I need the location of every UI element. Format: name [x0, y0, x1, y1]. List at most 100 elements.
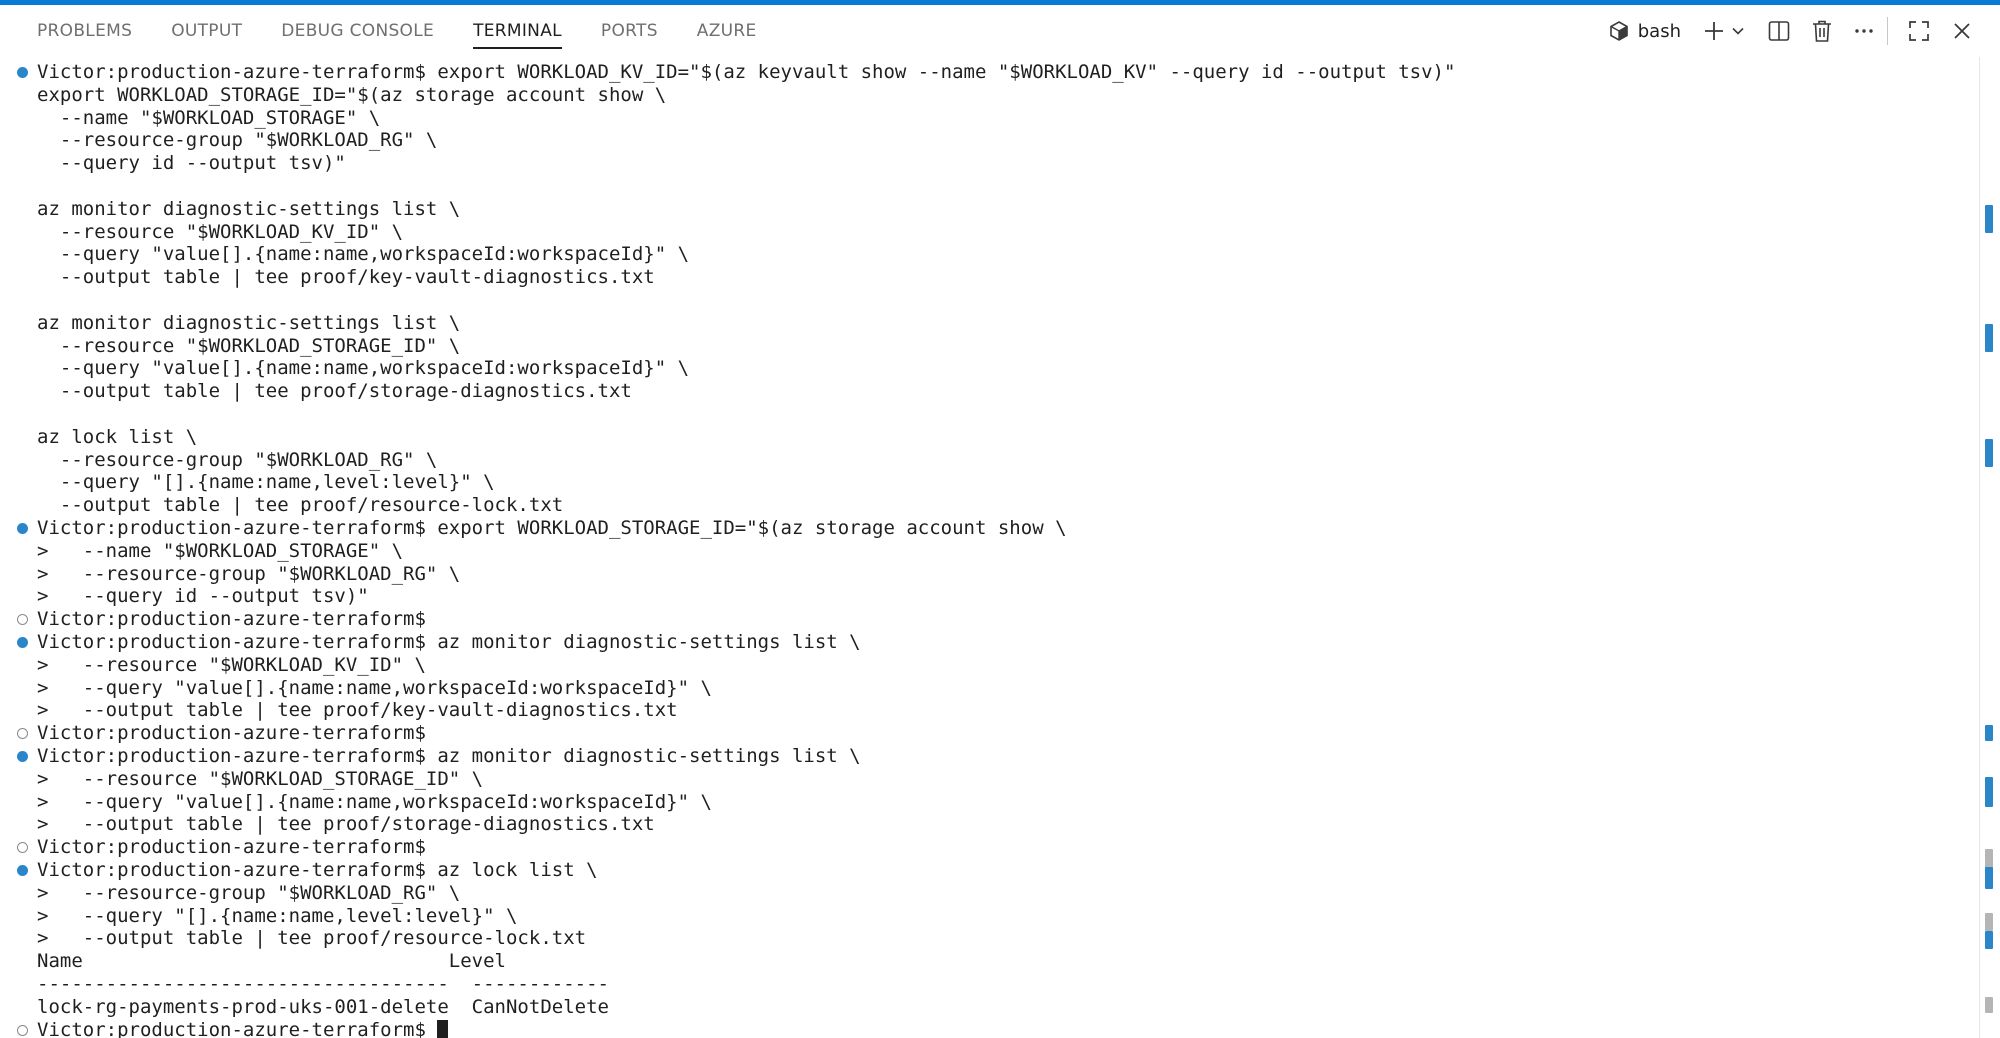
terminal-line: > --name "$WORKLOAD_STORAGE" \	[0, 540, 1960, 563]
terminal-line-text: az monitor diagnostic-settings list \	[37, 197, 461, 220]
tab-azure[interactable]: AZURE	[684, 5, 770, 57]
ellipsis-icon	[1853, 20, 1875, 42]
terminal-line: --output table | tee proof/key-vault-dia…	[0, 266, 1960, 289]
terminal-line-text: --query "[].{name:name,level:level}" \	[37, 471, 495, 494]
terminal-line: > --output table | tee proof/key-vault-d…	[0, 699, 1960, 722]
terminal-line-text: > --query id --output tsv)"	[37, 585, 369, 608]
terminal-line-text: lock-rg-payments-prod-uks-001-delete Can…	[37, 995, 609, 1018]
terminal-line: --query "[].{name:name,level:level}" \	[0, 471, 1960, 494]
terminal-line: ------------------------------------ ---…	[0, 973, 1960, 996]
command-empty-decoration[interactable]	[17, 728, 28, 740]
terminal-line-text: --resource "$WORKLOAD_STORAGE_ID" \	[37, 334, 461, 357]
terminal-line: --resource-group "$WORKLOAD_RG" \	[0, 129, 1960, 152]
tab-problems[interactable]: PROBLEMS	[24, 5, 145, 57]
new-terminal-button[interactable]	[1703, 13, 1725, 49]
tab-output[interactable]: OUTPUT	[158, 5, 255, 57]
terminal-name: bash	[1637, 20, 1681, 42]
terminal-line-text: --resource-group "$WORKLOAD_RG" \	[37, 448, 438, 471]
terminal-line: --resource "$WORKLOAD_KV_ID" \	[0, 221, 1960, 244]
terminal-line: --query "value[].{name:name,workspaceId:…	[0, 357, 1960, 380]
scroll-marker	[1985, 913, 1993, 931]
close-icon	[1952, 21, 1972, 41]
command-success-decoration[interactable]	[17, 67, 28, 78]
terminal-line-text: > --output table | tee proof/storage-dia…	[37, 813, 655, 836]
close-panel-button[interactable]	[1952, 13, 1972, 49]
terminal-line: > --query id --output tsv)"	[0, 585, 1960, 608]
command-empty-decoration[interactable]	[17, 842, 28, 854]
terminal-line: > --query "[].{name:name,level:level}" \	[0, 905, 1960, 928]
terminal-line-text: > --name "$WORKLOAD_STORAGE" \	[37, 539, 404, 562]
terminal-line: Name Level	[0, 950, 1960, 973]
terminal-line-text: --output table | tee proof/resource-lock…	[37, 494, 564, 517]
tab-ports[interactable]: PORTS	[588, 5, 671, 57]
terminal-line-text: Victor:production-azure-terraform$ expor…	[37, 517, 1067, 539]
terminal-line: Victor:production-azure-terraform$ az lo…	[0, 859, 1960, 882]
split-terminal-button[interactable]	[1767, 13, 1791, 49]
terminal-line: Victor:production-azure-terraform$	[0, 836, 1960, 859]
terminal-line: > --output table | tee proof/resource-lo…	[0, 927, 1960, 950]
tab-label: PROBLEMS	[37, 21, 133, 41]
command-success-decoration[interactable]	[17, 751, 28, 762]
panel-tabs: PROBLEMS OUTPUT DEBUG CONSOLE TERMINAL P…	[24, 5, 783, 57]
scroll-marker	[1985, 439, 1993, 467]
terminal-line: --output table | tee proof/storage-diagn…	[0, 380, 1960, 403]
terminal-line: > --resource "$WORKLOAD_KV_ID" \	[0, 654, 1960, 677]
terminal-line-text: --resource "$WORKLOAD_KV_ID" \	[37, 220, 404, 243]
terminal-line: export WORKLOAD_STORAGE_ID="$(az storage…	[0, 84, 1960, 107]
terminal-line: > --query "value[].{name:name,workspaceI…	[0, 677, 1960, 700]
terminal-line: Victor:production-azure-terraform$	[0, 722, 1960, 745]
terminal-line-text: --output table | tee proof/key-vault-dia…	[37, 266, 655, 289]
panel-header: PROBLEMS OUTPUT DEBUG CONSOLE TERMINAL P…	[0, 5, 2000, 57]
terminal-line-text: Victor:production-azure-terraform$	[37, 836, 426, 859]
command-success-decoration[interactable]	[17, 523, 28, 534]
terminal-icon	[1608, 20, 1630, 42]
command-empty-decoration[interactable]	[17, 614, 28, 626]
terminal-line-text: Name Level	[37, 950, 506, 973]
split-icon	[1767, 19, 1791, 43]
terminal-cursor	[437, 1019, 449, 1038]
terminal-line: --name "$WORKLOAD_STORAGE" \	[0, 107, 1960, 130]
maximize-icon	[1908, 20, 1930, 42]
terminal-line: Victor:production-azure-terraform$ expor…	[0, 61, 1960, 84]
terminal-dropdown-button[interactable]	[1731, 13, 1745, 49]
terminal-line-text: az monitor diagnostic-settings list \	[37, 311, 461, 334]
terminal-line-text: ------------------------------------ ---…	[37, 973, 609, 995]
scroll-marker	[1985, 777, 1993, 807]
terminal-line: Victor:production-azure-terraform$ az mo…	[0, 631, 1960, 654]
more-actions-button[interactable]	[1853, 13, 1875, 49]
terminal-line-text: Victor:production-azure-terraform$ az lo…	[37, 859, 598, 881]
tab-debug-console[interactable]: DEBUG CONSOLE	[268, 5, 447, 57]
terminal-line-text: Victor:production-azure-terraform$	[37, 722, 426, 745]
tab-terminal[interactable]: TERMINAL	[460, 5, 575, 57]
terminal-line: lock-rg-payments-prod-uks-001-delete Can…	[0, 996, 1960, 1019]
tab-label: DEBUG CONSOLE	[281, 21, 435, 41]
scroll-marker	[1985, 931, 1993, 949]
command-success-decoration[interactable]	[17, 637, 28, 648]
command-empty-decoration[interactable]	[17, 1024, 28, 1036]
terminal-selector[interactable]: bash	[1608, 13, 1689, 49]
tab-label: TERMINAL	[473, 21, 562, 41]
terminal-line: Victor:production-azure-terraform$ expor…	[0, 517, 1960, 540]
kill-terminal-button[interactable]	[1811, 13, 1833, 49]
terminal-line-text: --name "$WORKLOAD_STORAGE" \	[37, 106, 381, 129]
terminal-scrollbar[interactable]	[1979, 57, 1994, 1038]
panel-actions: bash	[1608, 5, 2000, 57]
terminal-line: --resource-group "$WORKLOAD_RG" \	[0, 449, 1960, 472]
terminal-line-text: > --query "value[].{name:name,workspaceI…	[37, 676, 712, 699]
terminal-line: Victor:production-azure-terraform$ az mo…	[0, 745, 1960, 768]
terminal-line: --resource "$WORKLOAD_STORAGE_ID" \	[0, 335, 1960, 358]
scroll-marker	[1985, 725, 1993, 741]
scroll-marker	[1985, 324, 1993, 352]
terminal-line: --query id --output tsv)"	[0, 152, 1960, 175]
terminal-output[interactable]: Victor:production-azure-terraform$ expor…	[0, 57, 1970, 1038]
terminal-line: az lock list \	[0, 426, 1960, 449]
terminal-line-text: Victor:production-azure-terraform$ expor…	[37, 61, 1456, 83]
actions-divider	[1887, 17, 1888, 45]
terminal-line: > --resource-group "$WORKLOAD_RG" \	[0, 563, 1960, 586]
terminal-line: > --query "value[].{name:name,workspaceI…	[0, 791, 1960, 814]
command-success-decoration[interactable]	[17, 865, 28, 876]
terminal-line: > --output table | tee proof/storage-dia…	[0, 813, 1960, 836]
tab-label: PORTS	[600, 21, 658, 41]
maximize-panel-button[interactable]	[1908, 13, 1930, 49]
